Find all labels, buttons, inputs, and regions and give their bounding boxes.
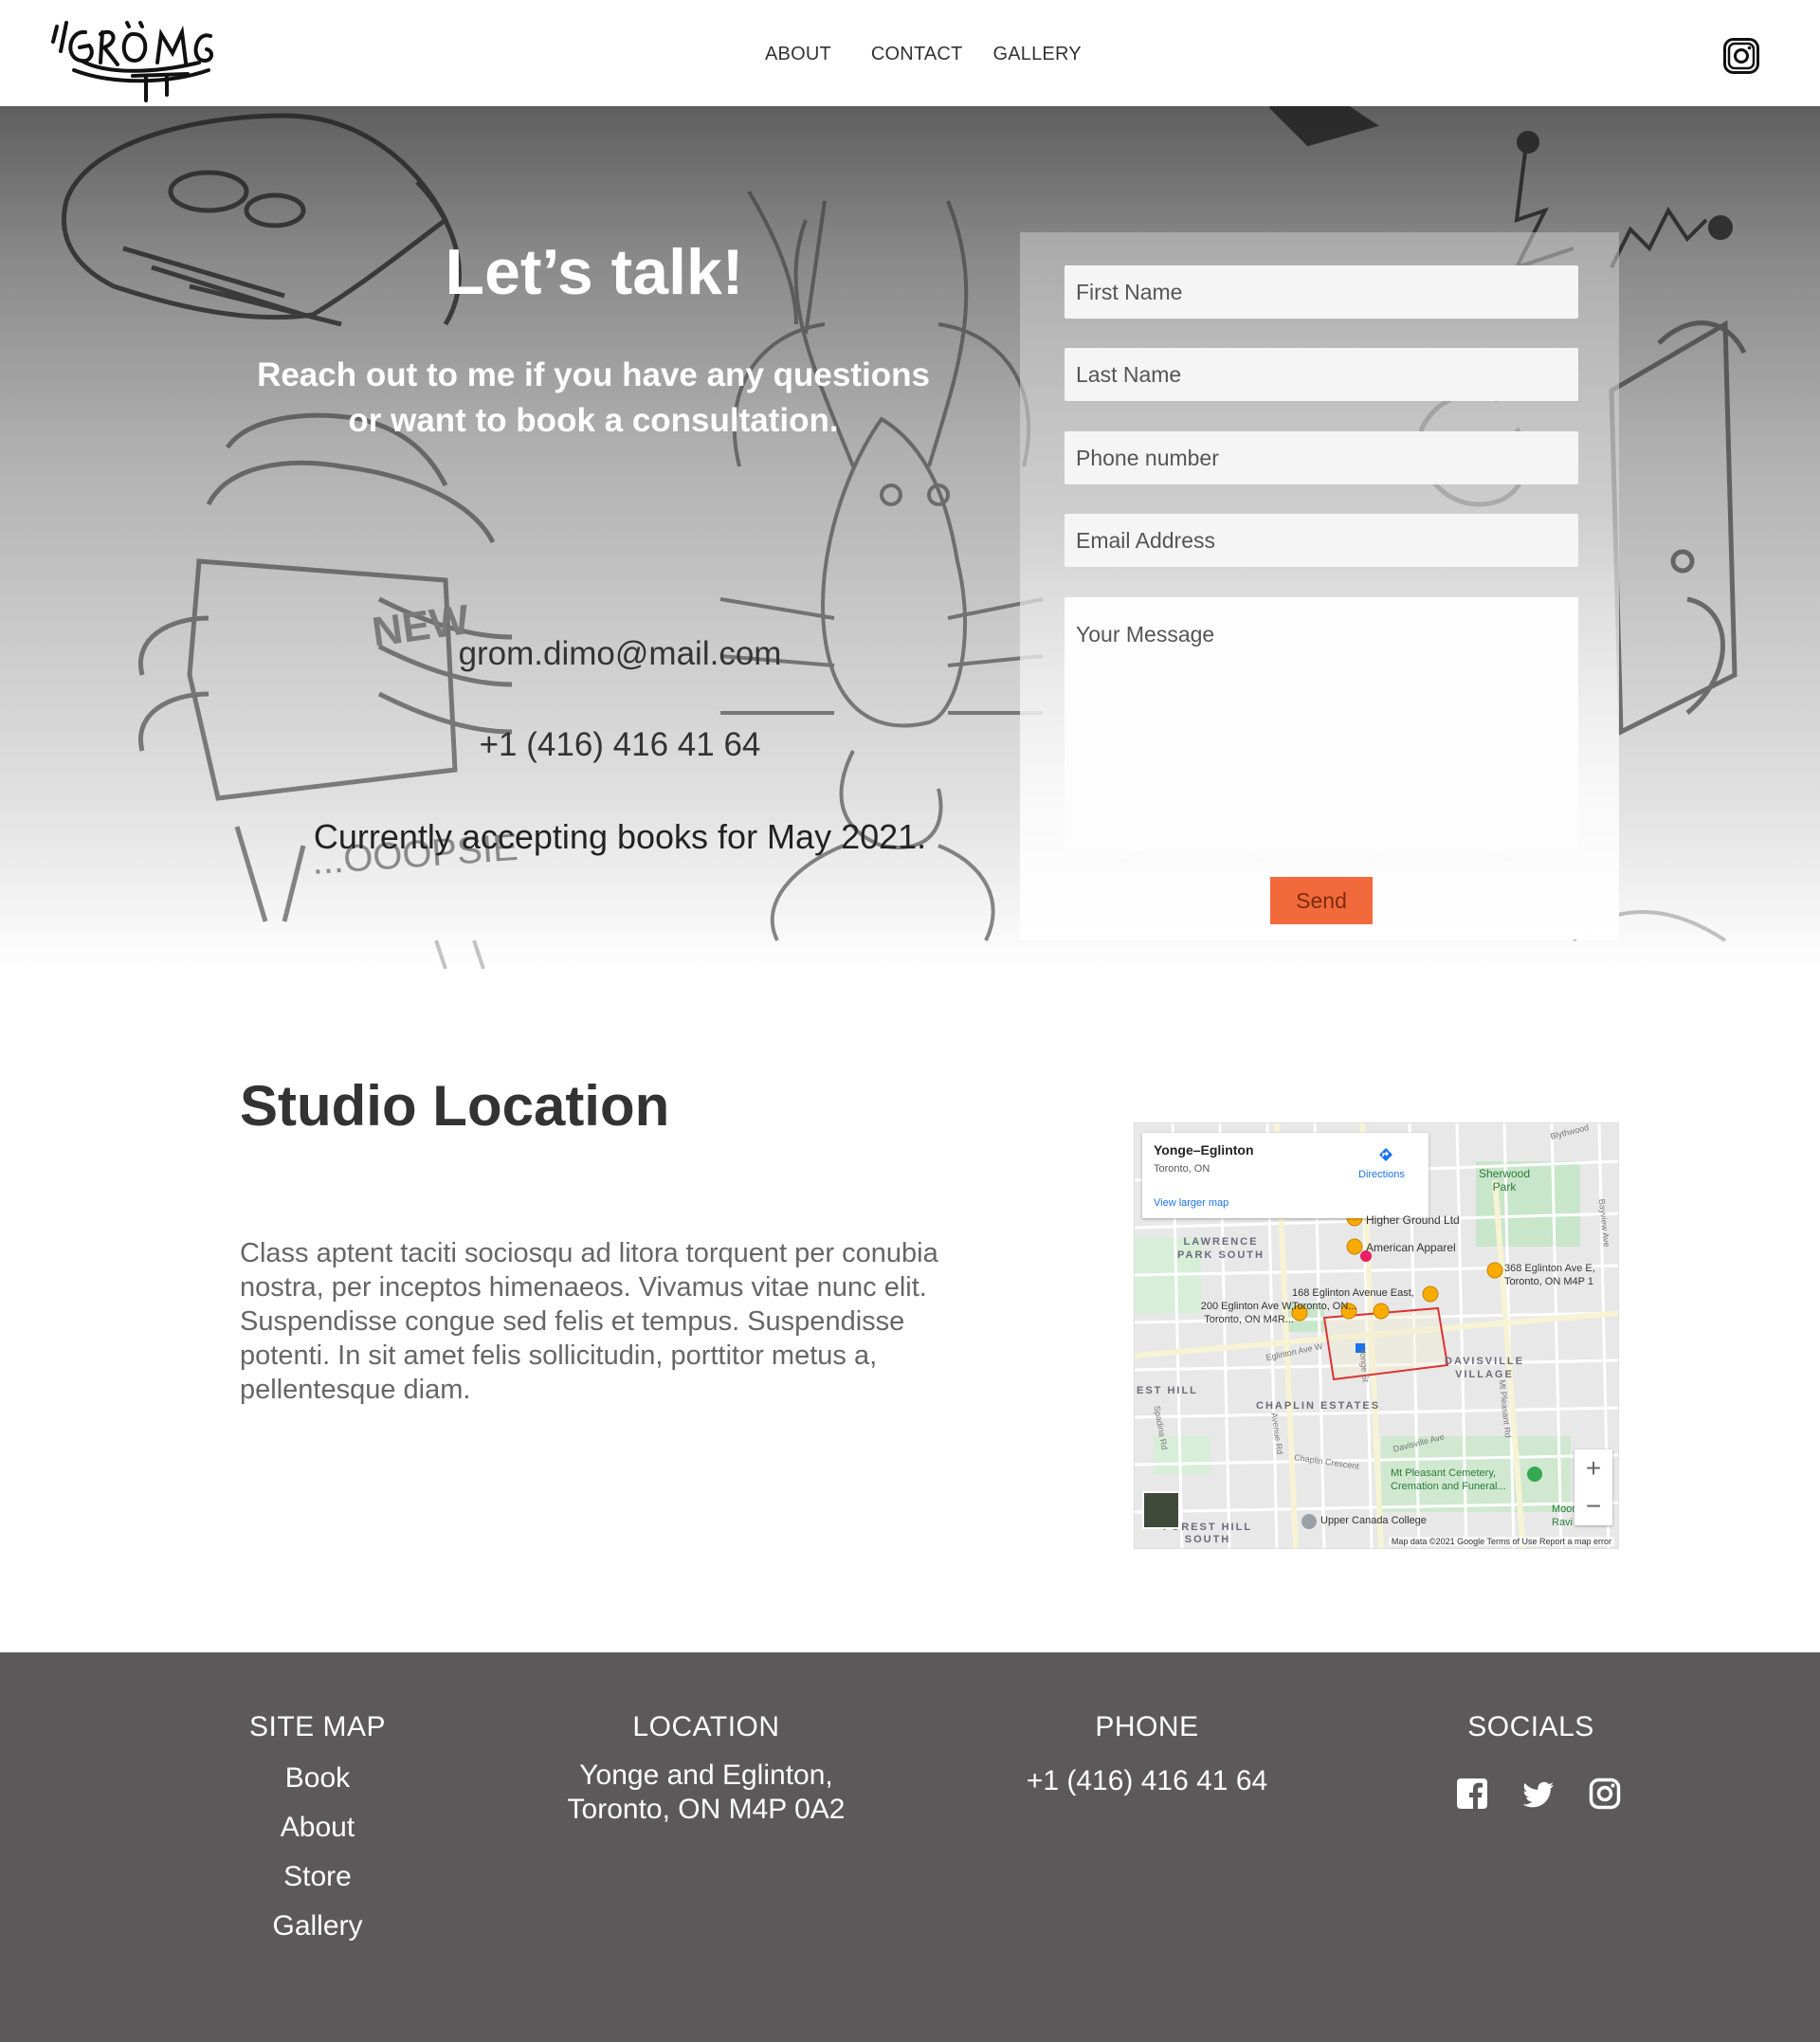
contact-hero: NEW ...OOOPSIE Let’s talk! Reach out to …: [0, 106, 1820, 969]
last-name-field[interactable]: Last Name: [1065, 348, 1578, 401]
view-larger-map-link[interactable]: View larger map: [1154, 1197, 1228, 1209]
phone-heading: PHONE: [1095, 1711, 1199, 1742]
footer-link-gallery[interactable]: Gallery: [209, 1910, 427, 1942]
map-info-card: Yonge–Eglinton Toronto, ON Directions Vi…: [1142, 1133, 1429, 1218]
directions-link[interactable]: Directions: [1358, 1169, 1405, 1180]
location-heading: LOCATION: [632, 1711, 780, 1742]
map-label-upper-canada: Upper Canada College: [1320, 1515, 1427, 1526]
hero-subtitle: Reach out to me if you have any question…: [257, 356, 930, 439]
send-button[interactable]: Send: [1270, 877, 1373, 924]
hero-title: Let’s talk!: [445, 236, 744, 308]
map-place-title: Yonge–Eglinton: [1154, 1142, 1254, 1158]
nav-about-link[interactable]: ABOUT: [765, 44, 831, 65]
footer-link-about[interactable]: About: [209, 1812, 427, 1844]
footer-sitemap: SITE MAP Book About Store Gallery: [209, 1711, 427, 1942]
footer-link-store[interactable]: Store: [209, 1861, 427, 1893]
socials-heading: SOCIALS: [1467, 1711, 1594, 1742]
nav-links: ABOUT CONTACT GALLERY: [765, 44, 1082, 65]
nav-gallery-link[interactable]: GALLERY: [992, 44, 1081, 65]
zoom-out-button[interactable]: −: [1574, 1487, 1612, 1525]
map-label-american-apparel: American Apparel: [1366, 1241, 1456, 1254]
email-field[interactable]: Email Address: [1065, 514, 1578, 567]
instagram-icon[interactable]: [1589, 1778, 1621, 1810]
studio-location-description: Class aptent taciti sociosqu ad litora t…: [240, 1238, 938, 1405]
location-line-2: Toronto, ON M4P 0A2: [567, 1794, 846, 1825]
map-label-chaplin: CHAPLIN ESTATES: [1256, 1400, 1381, 1412]
studio-location-title: Studio Location: [240, 1074, 670, 1138]
map-attribution[interactable]: Map data ©2021 Google Terms of Use Repor…: [1388, 1537, 1614, 1546]
map-label-sherwood: Sherwood Park: [1478, 1167, 1531, 1194]
embedded-map[interactable]: Yonge–Eglinton Toronto, ON Directions Vi…: [1134, 1122, 1619, 1549]
footer-link-book[interactable]: Book: [209, 1762, 427, 1795]
footer-location: LOCATION Yonge and Eglinton, Toronto, ON…: [540, 1711, 872, 1827]
map-label-davisville: DAVISVILLE VILLAGE: [1445, 1356, 1524, 1380]
directions-icon[interactable]: [1377, 1146, 1394, 1163]
message-field[interactable]: Your Message: [1065, 597, 1578, 851]
instagram-icon[interactable]: [1723, 38, 1759, 74]
first-name-field[interactable]: First Name: [1065, 265, 1578, 319]
top-navigation: ABOUT CONTACT GALLERY: [0, 0, 1820, 106]
satellite-toggle[interactable]: [1142, 1491, 1180, 1529]
map-label-200-eglinton: 200 Eglinton Ave W, Toronto, ON M4R...: [1200, 1301, 1294, 1325]
map-place-subtitle: Toronto, ON: [1154, 1163, 1210, 1175]
map-label-mt-pleasant: Mt Pleasant Cemetery, Cremation and Fune…: [1391, 1468, 1506, 1492]
site-footer: SITE MAP Book About Store Gallery LOCATI…: [0, 1652, 1820, 2042]
footer-socials: SOCIALS: [1422, 1711, 1640, 1743]
footer-phone-number[interactable]: +1 (416) 416 41 64: [1005, 1764, 1289, 1798]
footer-phone: PHONE +1 (416) 416 41 64: [1005, 1711, 1289, 1798]
map-label-368-eglinton: 368 Eglinton Ave E, Toronto, ON M4P 1: [1504, 1263, 1595, 1287]
phone-field[interactable]: Phone number: [1065, 431, 1578, 484]
sitemap-heading: SITE MAP: [248, 1711, 387, 1742]
map-zoom-controls: + −: [1574, 1449, 1612, 1525]
twitter-icon[interactable]: [1522, 1779, 1555, 1812]
zoom-in-button[interactable]: +: [1574, 1449, 1612, 1487]
map-label-est-hill: EST HILL: [1137, 1385, 1198, 1396]
contact-form: First Name Last Name Phone number Email …: [1020, 232, 1619, 939]
map-label-168-eglinton: 168 Eglinton Avenue East, Toronto, ON...: [1292, 1287, 1414, 1312]
map-label-higher-ground: Higher Ground Ltd: [1366, 1213, 1460, 1227]
location-line-1: Yonge and Eglinton,: [579, 1759, 833, 1791]
map-label-lawrence: LAWRENCE PARK SOUTH: [1177, 1236, 1265, 1261]
nav-contact-link[interactable]: CONTACT: [871, 44, 963, 65]
facebook-icon[interactable]: [1456, 1778, 1488, 1810]
logo[interactable]: [47, 13, 218, 104]
